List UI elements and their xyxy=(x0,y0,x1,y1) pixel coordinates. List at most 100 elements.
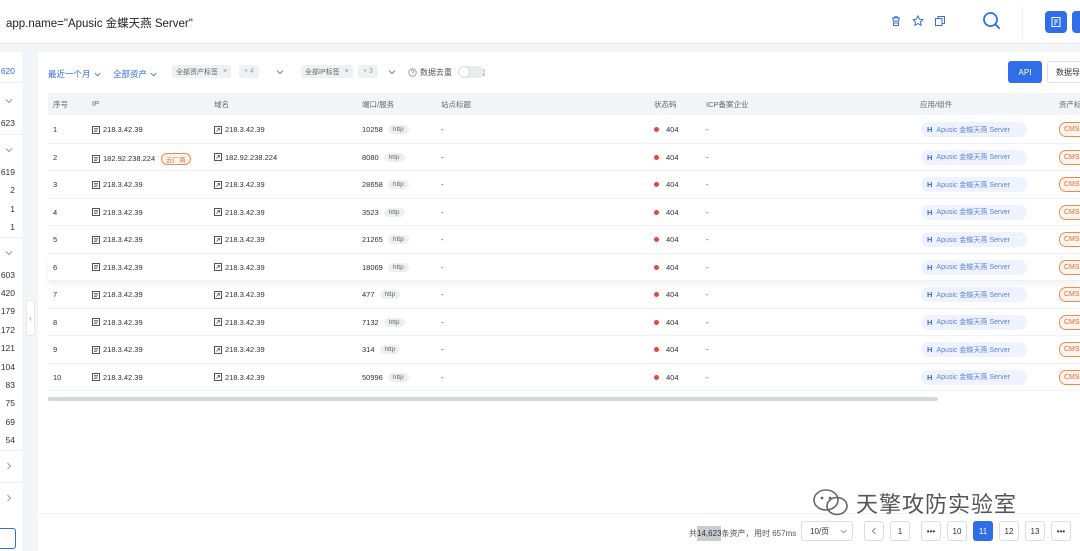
domain-cell[interactable]: 218.3.42.39 xyxy=(214,208,265,217)
page-button[interactable]: 1 xyxy=(890,521,910,541)
page-button[interactable]: 10 xyxy=(947,521,967,541)
asset-tag[interactable]: CMS xyxy=(1059,149,1080,165)
asset-tag[interactable]: CMS xyxy=(1059,232,1080,247)
external-link-icon[interactable] xyxy=(214,345,222,354)
external-link-icon[interactable] xyxy=(214,373,222,381)
domain-cell[interactable]: 218.3.42.39 xyxy=(214,345,265,354)
asset-tag[interactable]: CMS xyxy=(1059,369,1080,385)
page-ellipsis-button[interactable]: ••• xyxy=(1051,521,1071,541)
chevron-right-icon[interactable] xyxy=(5,462,13,470)
page-size-select[interactable]: 10/页 xyxy=(801,521,853,541)
prev-page-button[interactable] xyxy=(864,521,884,541)
table-row[interactable]: 5 218.3.42.39 218.3.42.39 21265 http - 404 - H Ap… xyxy=(48,226,1080,254)
asset-tag[interactable]: CMS xyxy=(1059,314,1080,330)
external-link-icon[interactable] xyxy=(214,235,222,244)
asset-tags-more[interactable]: + 4 xyxy=(239,65,259,78)
asset-tag[interactable]: CMS xyxy=(1059,122,1080,137)
asset-tag[interactable]: CMS xyxy=(1059,287,1080,302)
table-row[interactable]: 6 218.3.42.39 218.3.42.39 18069 http - 404 - H Ap… xyxy=(48,253,1080,281)
col-status[interactable]: 状态码 xyxy=(654,99,677,110)
chevron-down-icon[interactable] xyxy=(5,146,13,154)
chevron-down-icon[interactable] xyxy=(275,67,285,77)
domain-cell[interactable]: 218.3.42.39 xyxy=(214,235,265,244)
search-query-input[interactable]: app.name="Apusic 金蝶天燕 Server" xyxy=(6,15,193,31)
col-icp[interactable]: ICP备案企业 xyxy=(706,99,749,110)
asset-tag[interactable]: CMS xyxy=(1059,204,1080,220)
asset-tag[interactable]: CMS xyxy=(1059,342,1080,357)
api-button[interactable]: API xyxy=(1008,61,1042,83)
star-icon[interactable] xyxy=(910,13,926,29)
port-cell[interactable]: 8080 http xyxy=(362,152,405,162)
page-button[interactable]: 11 xyxy=(973,521,993,541)
ip-cell[interactable]: 218.3.42.39 xyxy=(92,318,143,327)
domain-cell[interactable]: 218.3.42.39 xyxy=(214,263,265,272)
external-link-icon[interactable] xyxy=(214,153,222,161)
col-domain[interactable]: 域名 xyxy=(214,99,229,110)
chevron-right-icon[interactable] xyxy=(5,494,13,502)
domain-cell[interactable]: 218.3.42.39 xyxy=(214,373,265,382)
col-app[interactable]: 应用/组件 xyxy=(920,99,952,110)
domain-cell[interactable]: 182.92.238.224 xyxy=(214,153,277,162)
table-row[interactable]: 4 218.3.42.39 218.3.42.39 3523 http - 404 - H Apu… xyxy=(48,198,1080,226)
port-cell[interactable]: 477 http xyxy=(362,290,401,299)
table-row[interactable]: 8 218.3.42.39 218.3.42.39 7132 http - 404 - H Apu… xyxy=(48,308,1080,336)
port-cell[interactable]: 21265 http xyxy=(362,235,409,244)
table-row[interactable]: 9 218.3.42.39 218.3.42.39 314 http - 404 - H Apus… xyxy=(48,336,1080,364)
page-button[interactable]: 12 xyxy=(999,521,1019,541)
dedup-toggle[interactable] xyxy=(458,66,484,78)
app-tag[interactable]: H Apusic 金蝶天燕 Server xyxy=(921,287,1027,302)
table-row[interactable]: 7 218.3.42.39 218.3.42.39 477 http - 404 - H Apus… xyxy=(48,281,1080,309)
external-link-icon[interactable] xyxy=(214,125,222,134)
external-link-icon[interactable] xyxy=(214,208,222,216)
asset-tags-chip[interactable]: 全部资产标签 × xyxy=(172,65,232,78)
copy-icon[interactable] xyxy=(932,13,948,29)
report-button[interactable] xyxy=(1045,11,1067,33)
asset-tag[interactable]: CMS xyxy=(1059,177,1080,192)
asset-tag[interactable]: CMS xyxy=(1059,259,1080,275)
app-tag[interactable]: H Apusic 金蝶天燕 Server xyxy=(921,314,1027,330)
external-link-icon[interactable] xyxy=(214,180,222,189)
external-link-icon[interactable] xyxy=(214,290,222,299)
collapse-panel-handle[interactable]: ‹ xyxy=(26,300,35,336)
external-link-icon[interactable] xyxy=(214,263,222,271)
ip-cell[interactable]: 182.92.238.224 云厂商 xyxy=(92,152,191,165)
port-cell[interactable]: 3523 http xyxy=(362,207,405,217)
app-tag[interactable]: H Apusic 金蝶天燕 Server xyxy=(921,259,1027,275)
asset-type-dropdown[interactable]: 全部资产 xyxy=(113,68,157,80)
search-icon[interactable] xyxy=(982,11,1002,31)
port-cell[interactable]: 28658 http xyxy=(362,180,409,189)
ip-cell[interactable]: 218.3.42.39 xyxy=(92,290,143,299)
page-button[interactable]: 13 xyxy=(1025,521,1045,541)
port-cell[interactable]: 314 http xyxy=(362,345,401,354)
app-tag[interactable]: H Apusic 金蝶天燕 Server xyxy=(921,369,1027,385)
chevron-down-icon[interactable] xyxy=(5,249,13,257)
port-cell[interactable]: 7132 http xyxy=(362,317,405,327)
ip-cell[interactable]: 218.3.42.39 xyxy=(92,373,143,382)
horizontal-scrollbar[interactable] xyxy=(48,397,938,401)
chevron-down-icon[interactable] xyxy=(5,97,13,105)
port-cell[interactable]: 18069 http xyxy=(362,262,409,272)
ip-tags-more[interactable]: + 3 xyxy=(358,65,378,78)
app-tag[interactable]: H Apusic 金蝶天燕 Server xyxy=(921,122,1027,137)
col-tags[interactable]: 资产标签 xyxy=(1059,99,1080,110)
port-cell[interactable]: 50996 http xyxy=(362,372,409,382)
ip-cell[interactable]: 218.3.42.39 xyxy=(92,345,143,354)
external-link-icon[interactable] xyxy=(214,318,222,326)
col-port[interactable]: 端口/服务 xyxy=(362,99,394,110)
col-ip[interactable]: IP xyxy=(92,99,99,108)
export-button[interactable]: 数据导出 xyxy=(1047,61,1080,83)
ip-cell[interactable]: 218.3.42.39 xyxy=(92,208,143,217)
close-icon[interactable]: × xyxy=(345,68,349,75)
ip-cell[interactable]: 218.3.42.39 xyxy=(92,263,143,272)
col-title[interactable]: 站点标题 xyxy=(441,99,471,110)
app-tag[interactable]: H Apusic 金蝶天燕 Server xyxy=(921,177,1027,192)
domain-cell[interactable]: 218.3.42.39 xyxy=(214,125,265,134)
delete-icon[interactable] xyxy=(888,13,904,29)
app-tag[interactable]: H Apusic 金蝶天燕 Server xyxy=(921,204,1027,220)
time-range-dropdown[interactable]: 最近一个月 xyxy=(48,68,101,80)
port-cell[interactable]: 10258 http xyxy=(362,125,409,134)
chevron-down-icon[interactable] xyxy=(387,67,397,77)
ip-cell[interactable]: 218.3.42.39 xyxy=(92,235,143,244)
app-tag[interactable]: H Apusic 金蝶天燕 Server xyxy=(921,149,1027,165)
app-tag[interactable]: H Apusic 金蝶天燕 Server xyxy=(921,342,1027,357)
